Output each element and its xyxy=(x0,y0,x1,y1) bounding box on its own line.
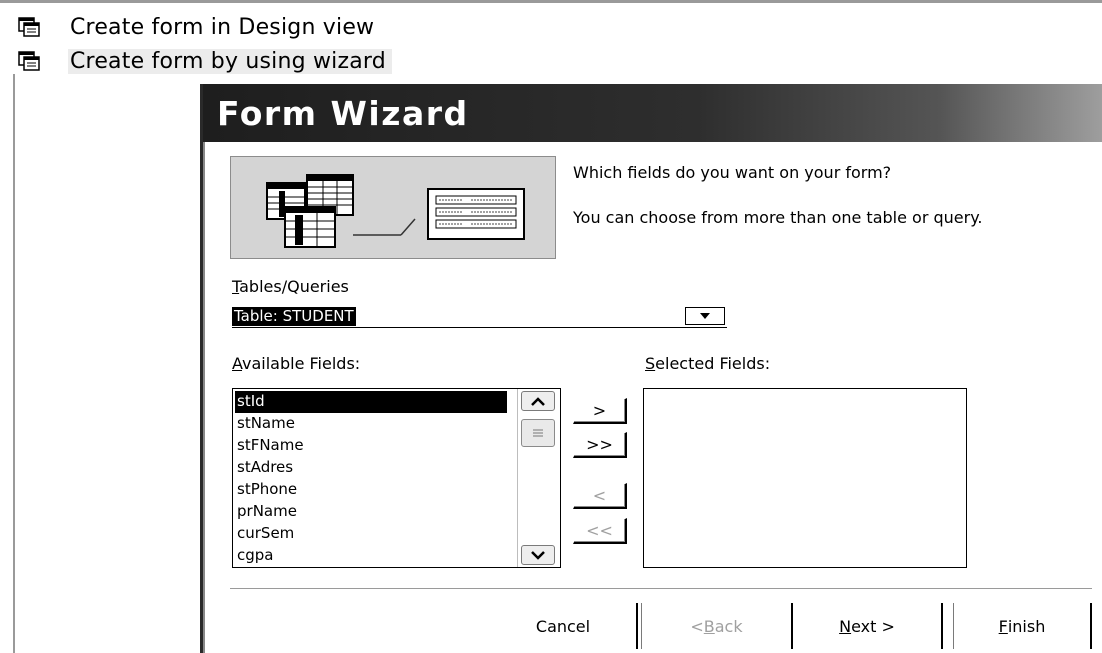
access-key-f: F xyxy=(998,616,1008,636)
create-form-wizard-label: Create form by using wizard xyxy=(68,48,392,74)
dropdown-arrow-icon[interactable] xyxy=(685,307,725,325)
field-list-item[interactable]: stId xyxy=(235,391,507,413)
tables-to-form-illustration xyxy=(230,156,556,259)
back-button-prefix: < xyxy=(690,616,704,636)
next-button[interactable]: Next > xyxy=(793,603,943,649)
scroll-up-icon[interactable] xyxy=(521,391,555,411)
dialog-separator xyxy=(230,588,1092,590)
field-list-item[interactable]: cgpa xyxy=(235,545,507,567)
wizard-prompt-hint: You can choose from more than one table … xyxy=(573,208,983,227)
selected-fields-label-text: elected Fields: xyxy=(655,354,771,373)
scroll-down-icon[interactable] xyxy=(521,545,555,565)
create-form-design-view-item[interactable]: Create form in Design view xyxy=(18,14,380,40)
wizard-prompt-question: Which fields do you want on your form? xyxy=(573,163,892,182)
access-key-s: S xyxy=(645,354,656,373)
field-list-item[interactable]: stFName xyxy=(235,435,507,457)
scroll-thumb[interactable] xyxy=(521,419,555,447)
selected-fields-list[interactable] xyxy=(643,388,967,568)
field-list-item[interactable]: prName xyxy=(235,501,507,523)
remove-field-button[interactable]: < xyxy=(573,483,627,509)
tables-queries-combobox[interactable]: Table: STUDENT xyxy=(232,306,727,328)
dialog-title: Form Wizard xyxy=(217,94,469,133)
create-form-design-view-label: Create form in Design view xyxy=(70,14,375,40)
available-fields-list[interactable]: stId stName stFName stAdres stPhone prNa… xyxy=(232,388,561,568)
cancel-button[interactable]: Cancel xyxy=(490,603,638,649)
back-button-text: ack xyxy=(714,616,743,636)
tables-queries-label: Tables/Queries xyxy=(232,277,349,296)
access-key-a: A xyxy=(232,354,243,373)
add-all-fields-button[interactable]: >> xyxy=(573,432,627,458)
finish-button-text: inish xyxy=(1007,616,1046,636)
field-list-item[interactable]: stName xyxy=(235,413,507,435)
finish-button[interactable]: Finish xyxy=(953,603,1092,649)
tables-queries-value: Table: STUDENT xyxy=(232,307,356,326)
next-button-text: ext > xyxy=(851,616,895,636)
window-top-border xyxy=(0,0,1102,3)
form-icon xyxy=(18,51,40,71)
back-button[interactable]: < Back xyxy=(641,603,793,649)
available-fields-label: Available Fields: xyxy=(232,354,360,373)
access-key-b: B xyxy=(703,616,715,636)
selected-fields-label: Selected Fields: xyxy=(645,354,770,373)
form-wizard-dialog: Form Wizard Which fields do you want on … xyxy=(200,84,1102,653)
access-key-n: N xyxy=(839,616,852,636)
field-list-item[interactable]: stAdres xyxy=(235,457,507,479)
field-list-item[interactable]: stPhone xyxy=(235,479,507,501)
create-form-wizard-item[interactable]: Create form by using wizard xyxy=(18,48,392,74)
available-fields-scrollbar[interactable] xyxy=(517,389,560,567)
remove-all-fields-button[interactable]: << xyxy=(573,518,627,544)
tables-queries-label-text: ables/Queries xyxy=(239,277,349,296)
dialog-title-bar[interactable]: Form Wizard xyxy=(203,84,1102,142)
field-list-item[interactable]: curSem xyxy=(235,523,507,545)
dialog-body: Which fields do you want on your form? Y… xyxy=(203,142,1102,653)
add-field-button[interactable]: > xyxy=(573,398,627,424)
available-fields-label-text: vailable Fields: xyxy=(242,354,361,373)
form-icon xyxy=(18,17,40,37)
panel-left-border xyxy=(13,74,15,653)
